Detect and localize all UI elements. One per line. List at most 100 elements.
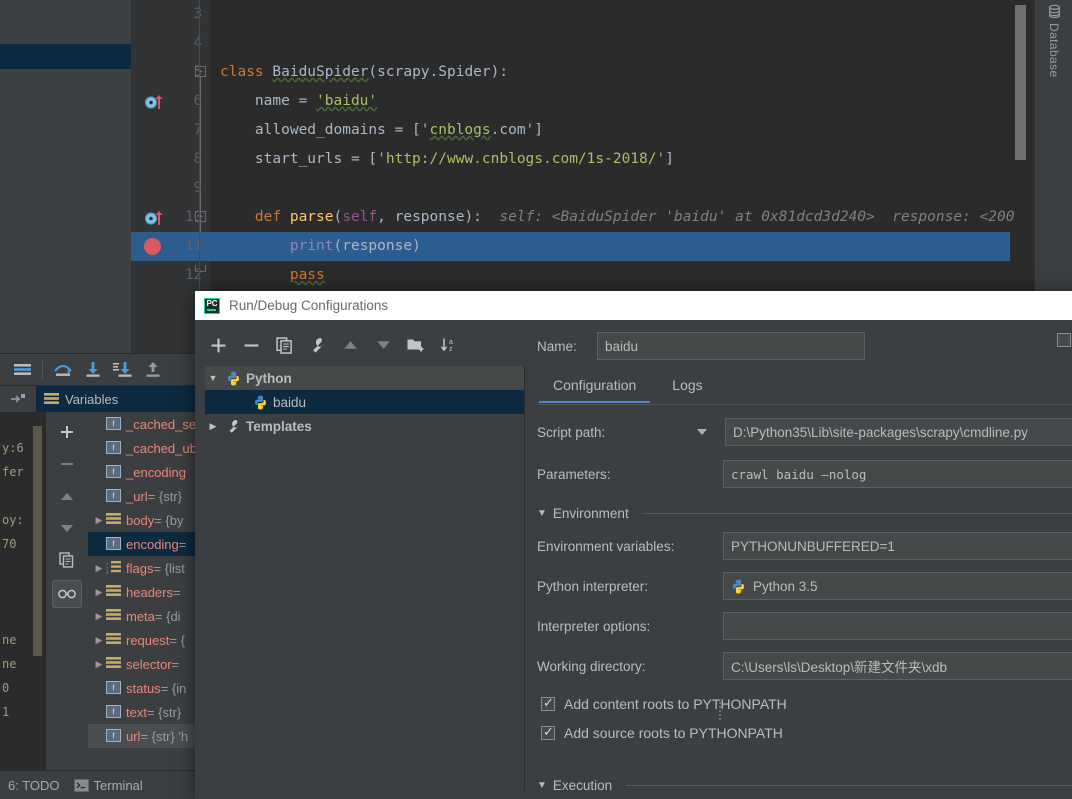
variable-row[interactable]: f status = {in (88, 676, 200, 700)
tree-node-templates[interactable]: ▶ Templates (205, 414, 524, 438)
expand-arrow-icon[interactable]: ▼ (205, 373, 221, 383)
dialog-title-bar[interactable]: PC Run/Debug Configurations (195, 291, 1072, 320)
sort-az-icon[interactable]: a z (434, 331, 464, 359)
execution-section-header[interactable]: ▼ Execution (537, 778, 1072, 793)
parameters-input[interactable]: crawl baidu —nolog (723, 460, 1072, 488)
move-up-button[interactable] (335, 331, 365, 359)
variable-row[interactable]: f _cached_se (88, 412, 200, 436)
variable-row[interactable]: f _cached_ub (88, 436, 200, 460)
name-input[interactable]: baidu (597, 332, 865, 360)
toolbar-divider (42, 360, 43, 379)
ide-window: 3 4 5−6 7 8 9 10−11 12 class BaiduSpider(scrapy… (0, 0, 1072, 799)
step-out-icon[interactable] (139, 357, 167, 383)
variable-row[interactable]: f text = {str} (88, 700, 200, 724)
variable-row[interactable]: f url = {str} 'h (88, 724, 200, 748)
remove-configuration-button[interactable] (236, 331, 266, 359)
fold-toggle-icon[interactable]: − (195, 66, 206, 77)
code-line[interactable] (210, 174, 1034, 203)
code-line[interactable]: print(response) (210, 232, 1034, 261)
expand-arrow-icon[interactable]: ▶ (92, 515, 106, 526)
add-source-roots-label: Add source roots to PYTHONPATH (564, 725, 783, 741)
variable-row[interactable]: ▶ request = { (88, 628, 200, 652)
expand-arrow-icon[interactable]: ▶ (92, 587, 106, 598)
tab-logs[interactable]: Logs (658, 370, 716, 403)
environment-section-header[interactable]: ▼ Environment (537, 506, 1072, 521)
code-line[interactable]: class BaiduSpider(scrapy.Spider): (210, 58, 1034, 87)
move-down-button[interactable] (53, 516, 81, 540)
show-execution-point-icon[interactable] (8, 357, 36, 383)
expand-arrow-icon[interactable]: ▶ (92, 563, 106, 574)
code-line[interactable]: name = 'baidu' (210, 87, 1034, 116)
variable-name: request (126, 632, 170, 648)
variables-tab-header[interactable]: Variables (36, 386, 200, 412)
variable-row[interactable]: ▶ meta = {di (88, 604, 200, 628)
wrench-icon[interactable] (302, 331, 332, 359)
configurations-tree[interactable]: ▼ Python baidu ▶ Templates (205, 366, 525, 791)
add-configuration-button[interactable] (203, 331, 233, 359)
code-line[interactable]: allowed_domains = ['cnblogs.com'] (210, 116, 1034, 145)
working-directory-input[interactable]: C:\Users\ls\Desktop\新建文件夹\xdb (723, 652, 1072, 680)
variables-tree[interactable]: f _cached_se f _cached_ub f _encoding f _url = … (88, 412, 200, 771)
code-line[interactable]: def parse(self, response): self: <BaiduS… (210, 203, 1034, 232)
variable-name: _cached_ub (126, 440, 197, 456)
expand-arrow-icon[interactable]: ▶ (92, 611, 106, 622)
python-interpreter-row: Python interpreter: Python 3.5 (537, 572, 1072, 600)
restore-layout-icon[interactable] (0, 386, 36, 412)
step-into-my-code-icon[interactable] (109, 357, 137, 383)
list-icon (106, 657, 122, 671)
move-up-button[interactable] (53, 484, 81, 508)
variable-row[interactable]: ▶ body = {by (88, 508, 200, 532)
project-panel-selected-row[interactable] (0, 44, 131, 69)
copy-value-button[interactable] (53, 548, 81, 572)
inspect-glasses-icon[interactable] (52, 580, 82, 608)
add-content-roots-checkbox[interactable] (541, 695, 555, 711)
environment-variables-input[interactable]: PYTHONUNBUFFERED=1 (723, 532, 1072, 560)
folder-add-icon[interactable] (401, 331, 431, 359)
tree-node-baidu[interactable]: baidu (205, 390, 524, 414)
variable-row[interactable]: f encoding = (88, 532, 200, 556)
code-line[interactable] (210, 0, 1034, 29)
script-path-input[interactable]: D:\Python35\Lib\site-packages\scrapy\cmd… (725, 418, 1072, 446)
variable-name: _cached_se (126, 416, 197, 432)
add-watch-button[interactable] (53, 420, 81, 444)
editor-scrollbar-thumb[interactable] (1015, 5, 1026, 160)
code-line[interactable] (210, 29, 1034, 58)
script-path-label: Script path: (537, 424, 606, 440)
code-line[interactable]: pass (210, 261, 1034, 290)
add-source-roots-row[interactable]: Add source roots to PYTHONPATH (541, 724, 783, 741)
code-token: .com'] (490, 122, 544, 138)
status-terminal-button[interactable]: Terminal (73, 778, 143, 793)
code-token: def (254, 209, 290, 225)
variable-row[interactable]: ▶ selector = (88, 652, 200, 676)
code-token: ( (333, 209, 343, 225)
step-into-icon[interactable] (79, 357, 107, 383)
expand-arrow-icon[interactable]: ▶ (205, 421, 221, 432)
fold-toggle-icon[interactable]: − (195, 211, 206, 222)
add-content-roots-row[interactable]: Add content roots to PYTHONPATH (541, 695, 787, 712)
section-divider (642, 513, 1072, 514)
copy-configuration-button[interactable] (269, 331, 299, 359)
variable-row[interactable]: ▶ headers = (88, 580, 200, 604)
expand-arrow-icon[interactable]: ▶ (92, 635, 106, 646)
status-todo-button[interactable]: 6: TODO (8, 778, 60, 793)
interpreter-options-input[interactable] (723, 612, 1072, 640)
code-line[interactable]: start_urls = ['http://www.cnblogs.com/1s… (210, 145, 1034, 174)
remove-watch-button[interactable] (53, 452, 81, 476)
move-down-button[interactable] (368, 331, 398, 359)
variable-row[interactable]: ▶ 1 2 3 flags = {list (88, 556, 200, 580)
tree-node-label: Python (246, 370, 292, 386)
tab-configuration[interactable]: Configuration (539, 370, 651, 403)
variable-row[interactable]: f _url = {str} (88, 484, 200, 508)
python-interpreter-input[interactable]: Python 3.5 (723, 572, 1072, 600)
step-over-icon[interactable] (49, 357, 77, 383)
script-path-dropdown-icon[interactable] (697, 429, 707, 435)
tree-node-python[interactable]: ▼ Python (205, 366, 524, 390)
expand-arrow-icon[interactable]: ▶ (92, 659, 106, 670)
add-source-roots-checkbox[interactable] (541, 724, 555, 740)
variable-row[interactable]: f _encoding (88, 460, 200, 484)
dialog-resize-grip[interactable] (719, 700, 723, 722)
variable-value: = (171, 656, 180, 672)
python-icon (226, 371, 241, 386)
console-scrollbar-thumb[interactable] (33, 426, 42, 656)
share-checkbox[interactable] (1057, 332, 1072, 347)
